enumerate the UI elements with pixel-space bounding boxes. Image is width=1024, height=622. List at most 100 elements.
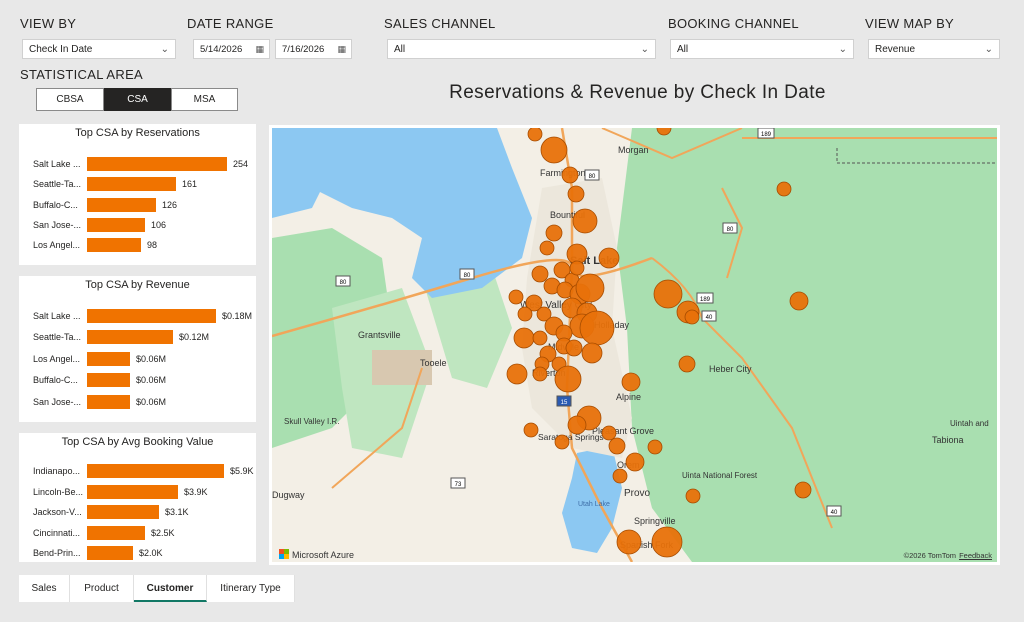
place-label: Utah Lake — [578, 501, 610, 508]
view-by-dropdown[interactable]: Check In Date ⌄ — [22, 39, 176, 59]
map-bubble[interactable] — [612, 468, 628, 484]
azure-attribution-text: Microsoft Azure — [292, 550, 355, 560]
segment-csa[interactable]: CSA — [104, 88, 171, 111]
map-bubble[interactable] — [647, 439, 663, 455]
bar[interactable] — [87, 505, 159, 519]
map-bubble[interactable] — [776, 181, 792, 197]
map-bubble[interactable] — [579, 310, 615, 346]
bar-row[interactable]: Lincoln-Be... $3.9K — [19, 484, 256, 500]
map-bubble[interactable] — [601, 425, 617, 441]
bar-row[interactable]: Cincinnati... $2.5K — [19, 525, 256, 541]
chevron-down-icon: ⌄ — [160, 44, 169, 55]
bar-value-label: 254 — [233, 159, 249, 169]
bar-row[interactable]: Los Angel... $0.06M — [19, 351, 256, 367]
tab-customer[interactable]: Customer — [134, 575, 207, 602]
bar-row[interactable]: Indianapo... $5.9K — [19, 463, 256, 479]
place-label: Provo — [624, 488, 651, 499]
date-start-input[interactable]: 5/14/2026 ▦ — [193, 39, 270, 59]
bar[interactable] — [87, 484, 178, 499]
map-bubble[interactable] — [513, 327, 535, 349]
map-bubble[interactable] — [532, 330, 548, 346]
map-bubble[interactable] — [561, 166, 579, 184]
bar[interactable] — [87, 157, 227, 171]
bar-row[interactable]: Seattle-Ta... $0.12M — [19, 329, 256, 345]
map-bubble[interactable] — [625, 452, 645, 472]
bar-row[interactable]: Jackson-V... $3.1K — [19, 504, 256, 520]
map-bubble[interactable] — [572, 208, 598, 234]
map-bubble[interactable] — [616, 529, 642, 555]
map-bubble[interactable] — [653, 279, 683, 309]
segment-cbsa[interactable]: CBSA — [36, 88, 104, 111]
bar-row[interactable]: Salt Lake ... 254 — [19, 156, 256, 172]
tab-product[interactable]: Product — [70, 575, 134, 602]
bar-row[interactable]: Seattle-Ta... 161 — [19, 176, 256, 192]
bar[interactable] — [87, 464, 224, 478]
map-bubble[interactable] — [527, 128, 543, 142]
map-bubble[interactable] — [567, 185, 585, 203]
map-bubble[interactable] — [506, 363, 528, 385]
map-bubble[interactable] — [651, 526, 683, 558]
bar[interactable] — [87, 217, 145, 232]
map-bubble[interactable] — [545, 224, 563, 242]
map-canvas[interactable]: Morgan Farmington Bountiful Salt Lake We… — [272, 128, 997, 562]
map-bubble[interactable] — [508, 289, 524, 305]
map-bubble[interactable] — [554, 365, 582, 393]
map-bubble[interactable] — [517, 306, 533, 322]
bar-row[interactable]: San Jose-... 106 — [19, 217, 256, 233]
segment-msa[interactable]: MSA — [171, 88, 238, 111]
booking-channel-dropdown[interactable]: All ⌄ — [670, 39, 854, 59]
calendar-icon[interactable]: ▦ — [255, 40, 264, 59]
sales-channel-dropdown[interactable]: All ⌄ — [387, 39, 656, 59]
tab-sales[interactable]: Sales — [19, 575, 70, 602]
bar-label: Lincoln-Be... — [33, 486, 84, 497]
map-bubble[interactable] — [565, 339, 583, 357]
map-bubble[interactable] — [567, 415, 587, 435]
map-bubble[interactable] — [789, 291, 809, 311]
bar-row[interactable]: Los Angel... 98 — [19, 237, 256, 253]
map-bubble[interactable] — [685, 488, 701, 504]
date-end-input[interactable]: 7/16/2026 ▦ — [275, 39, 352, 59]
card-top-avg-booking: Top CSA by Avg Booking Value Indianapo..… — [19, 433, 256, 562]
bar[interactable] — [87, 394, 130, 409]
bar-row[interactable]: Buffalo-C... $0.06M — [19, 372, 256, 388]
date-range-label: DATE RANGE — [187, 16, 274, 31]
map-visual[interactable]: Morgan Farmington Bountiful Salt Lake We… — [269, 125, 1000, 565]
map-bubble[interactable] — [598, 247, 620, 269]
map-bubble[interactable] — [621, 372, 641, 392]
bar[interactable] — [87, 177, 176, 192]
bar-row[interactable]: Salt Lake ... $0.18M — [19, 308, 256, 324]
bar-row[interactable]: Buffalo-C... 126 — [19, 197, 256, 213]
bar-row[interactable]: Bend-Prin... $2.0K — [19, 545, 256, 561]
map-bubble[interactable] — [581, 342, 603, 364]
map-bubble[interactable] — [531, 265, 549, 283]
bar-row[interactable]: San Jose-... $0.06M — [19, 394, 256, 410]
view-map-by-dropdown[interactable]: Revenue ⌄ — [868, 39, 1000, 59]
map-bubble[interactable] — [540, 136, 568, 164]
bar[interactable] — [87, 546, 133, 560]
map-bubble[interactable] — [523, 422, 539, 438]
map-bubble[interactable] — [684, 309, 700, 325]
chevron-down-icon: ⌄ — [984, 44, 993, 55]
bar[interactable] — [87, 197, 156, 212]
map-bubble[interactable] — [532, 366, 548, 382]
svg-text:189: 189 — [700, 297, 711, 303]
bar[interactable] — [87, 238, 141, 253]
map-bubble[interactable] — [794, 481, 812, 499]
map-bubble[interactable] — [678, 355, 696, 373]
bar[interactable] — [87, 525, 145, 540]
calendar-icon[interactable]: ▦ — [337, 40, 346, 59]
bar[interactable] — [87, 351, 130, 366]
sales-channel-value: All — [394, 44, 406, 55]
bar-label: San Jose-... — [33, 219, 82, 230]
feedback-link[interactable]: Feedback — [959, 551, 992, 560]
bar[interactable] — [87, 309, 216, 323]
bar[interactable] — [87, 330, 173, 345]
map-bubble[interactable] — [569, 260, 585, 276]
tab-itinerary-type[interactable]: Itinerary Type — [207, 575, 295, 602]
bar[interactable] — [87, 373, 130, 388]
map-bubble[interactable] — [608, 437, 626, 455]
map-bubble[interactable] — [539, 240, 555, 256]
map-bubble[interactable] — [554, 434, 570, 450]
chevron-down-icon: ⌄ — [838, 44, 847, 55]
map-bubble[interactable] — [575, 273, 605, 303]
